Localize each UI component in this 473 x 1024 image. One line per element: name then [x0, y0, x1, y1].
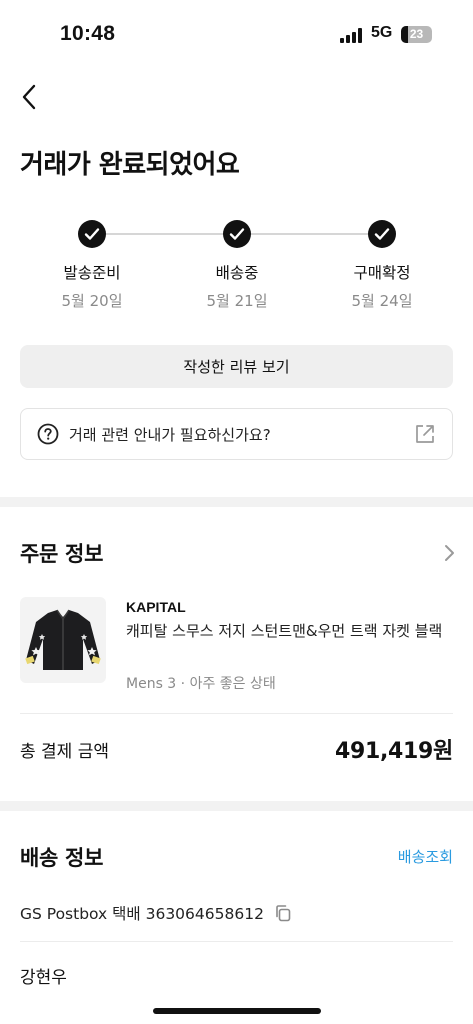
- progress-step-shipping: 배송중 5월 21일: [177, 220, 297, 311]
- step-label: 배송중: [215, 264, 259, 282]
- battery-icon: 23: [401, 26, 432, 43]
- check-icon: [78, 220, 106, 248]
- step-label: 발송준비: [63, 264, 121, 282]
- step-date: 5월 20일: [61, 292, 123, 310]
- total-payment-amount: 491,419원: [334, 739, 453, 764]
- battery-level-fill: [401, 26, 408, 43]
- track-shipment-link[interactable]: 배송조회: [398, 846, 453, 867]
- product-option: Mens 3 · 아주 좋은 상태: [126, 676, 276, 692]
- section-divider: [0, 801, 473, 811]
- divider: [20, 941, 453, 942]
- step-date: 5월 21일: [206, 292, 268, 310]
- total-payment-label: 총 결제 금액: [20, 742, 110, 762]
- question-circle-icon: [37, 423, 59, 445]
- home-indicator[interactable]: [153, 1008, 321, 1014]
- step-date: 5월 24일: [351, 292, 413, 310]
- chevron-left-icon: [22, 84, 36, 110]
- product-card[interactable]: KAPITAL 캐피탈 스무스 저지 스턴트맨&우먼 트랙 자켓 블랙 Mens…: [20, 597, 453, 697]
- check-icon: [223, 220, 251, 248]
- guide-text: 거래 관련 안내가 필요하신가요?: [69, 425, 271, 444]
- order-progress: 발송준비 5월 20일 배송중 5월 21일 구매확정 5월 24일: [20, 220, 453, 310]
- external-link-icon: [416, 425, 434, 443]
- divider: [20, 713, 453, 714]
- jacket-image: [25, 609, 101, 670]
- status-bar: 10:48 5G 23: [0, 0, 473, 70]
- network-type: 5G: [371, 24, 393, 41]
- order-info-title: 주문 정보: [20, 542, 104, 566]
- product-name: 캐피탈 스무스 저지 스턴트맨&우먼 트랙 자켓 블랙: [126, 622, 443, 640]
- check-icon: [368, 220, 396, 248]
- progress-step-confirmed: 구매확정 5월 24일: [322, 220, 442, 311]
- chevron-right-icon[interactable]: [440, 543, 458, 563]
- signal-icon: [340, 28, 364, 43]
- carrier-tracking-number: GS Postbox 택배 363064658612: [20, 905, 264, 923]
- shipping-info-title: 배송 정보: [20, 846, 104, 870]
- section-divider: [0, 497, 473, 507]
- product-thumbnail: [20, 597, 106, 683]
- status-time: 10:48: [60, 22, 116, 45]
- progress-step-ready: 발송준비 5월 20일: [32, 220, 152, 311]
- product-brand: KAPITAL: [126, 599, 186, 615]
- step-label: 구매확정: [353, 264, 411, 282]
- carrier-row: GS Postbox 택배 363064658612: [20, 902, 292, 924]
- transaction-guide-link[interactable]: 거래 관련 안내가 필요하신가요?: [20, 408, 453, 460]
- page-title: 거래가 완료되었어요: [20, 150, 240, 180]
- view-review-button[interactable]: 작성한 리뷰 보기: [20, 345, 453, 388]
- copy-icon[interactable]: [274, 904, 292, 922]
- battery-percent: 23: [409, 27, 424, 41]
- recipient-name: 강현우: [20, 968, 67, 988]
- back-button[interactable]: [14, 82, 44, 112]
